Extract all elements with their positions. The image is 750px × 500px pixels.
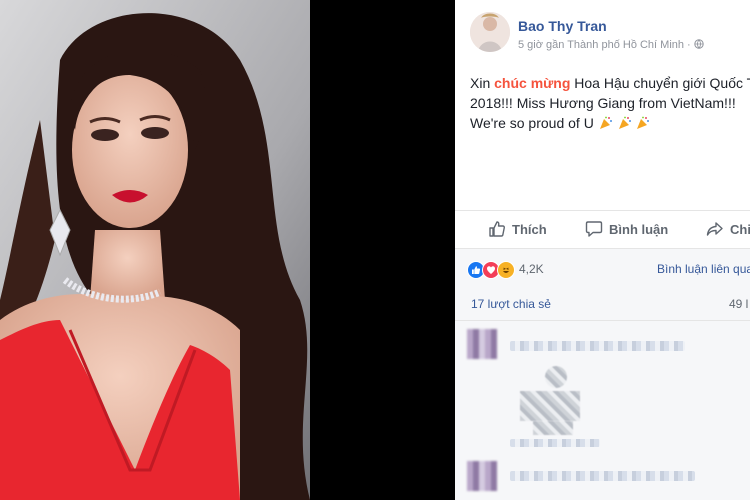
- comment-text-blurred: [510, 341, 685, 351]
- post-photo[interactable]: [0, 0, 310, 500]
- comment-sticker-blurred: [533, 421, 573, 435]
- author-name[interactable]: Bao Thy Tran: [518, 18, 607, 34]
- commenter-avatar[interactable]: [467, 329, 497, 359]
- post-panel: Bao Thy Tran 5 giờ gần Thành phố Hồ Chí …: [455, 0, 750, 500]
- reaction-count[interactable]: 4,2K: [519, 262, 544, 276]
- post-meta: 5 giờ gần Thành phố Hồ Chí Minh ·: [518, 39, 704, 51]
- like-button[interactable]: Thích: [488, 220, 547, 238]
- commenter-avatar[interactable]: [467, 461, 497, 491]
- post-meta-text[interactable]: 5 giờ gần Thành phố Hồ Chí Minh ·: [518, 39, 694, 51]
- post-text-line3-text: We're so proud of U: [470, 115, 594, 131]
- comment-label: Bình luận: [609, 221, 669, 237]
- action-bar: Thích Bình luận Chi: [455, 210, 750, 247]
- post-text-prefix: Xin: [470, 75, 495, 91]
- post-text-line-3: We're so proud of U: [470, 113, 750, 133]
- reaction-icons[interactable]: [467, 261, 515, 279]
- comment-button[interactable]: Bình luận: [585, 220, 668, 238]
- speech-bubble-icon: [585, 221, 603, 237]
- comment-meta-blurred: [510, 439, 600, 447]
- haha-reaction-icon: [497, 261, 515, 279]
- comment-sticker-blurred: [520, 391, 580, 421]
- party-popper-icon: [637, 116, 650, 129]
- party-popper-icon: [618, 116, 631, 129]
- avatar-image: [470, 12, 510, 52]
- globe-icon: [694, 39, 704, 49]
- photo-viewer: [0, 0, 455, 500]
- share-label: Chi: [730, 221, 750, 237]
- share-arrow-icon: [706, 222, 723, 236]
- shares-row: 17 lượt chia sẻ 49 l: [455, 290, 750, 321]
- post-text-line-2: 2018!!! Miss Hương Giang from VietNam!!!: [470, 95, 736, 111]
- author-avatar[interactable]: [470, 12, 510, 52]
- post-text-line1-rest: Hoa Hậu chuyển giới Quốc T: [570, 75, 750, 91]
- views-count: 49 l: [729, 297, 749, 311]
- comment-sticker-blurred: [545, 366, 567, 388]
- like-label: Thích: [512, 221, 547, 237]
- portrait-image: [0, 0, 310, 500]
- comments-section: [455, 321, 750, 500]
- thumbs-up-icon: [489, 221, 505, 237]
- share-button[interactable]: Chi: [706, 220, 750, 238]
- shares-count[interactable]: 17 lượt chia sẻ: [471, 297, 551, 311]
- party-popper-icon: [599, 116, 612, 129]
- reactions-row: 4,2K Bình luận liên quan: [455, 248, 750, 291]
- comment-text-blurred: [510, 471, 695, 481]
- post-text: Xin chúc mừng Hoa Hậu chuyển giới Quốc T…: [470, 73, 750, 133]
- related-comments-link[interactable]: Bình luận liên quan: [657, 262, 750, 276]
- post-header: Bao Thy Tran 5 giờ gần Thành phố Hồ Chí …: [470, 12, 750, 58]
- post-text-line-1: Xin chúc mừng Hoa Hậu chuyển giới Quốc T: [470, 73, 750, 93]
- post-text-highlight[interactable]: chúc mừng: [494, 75, 570, 91]
